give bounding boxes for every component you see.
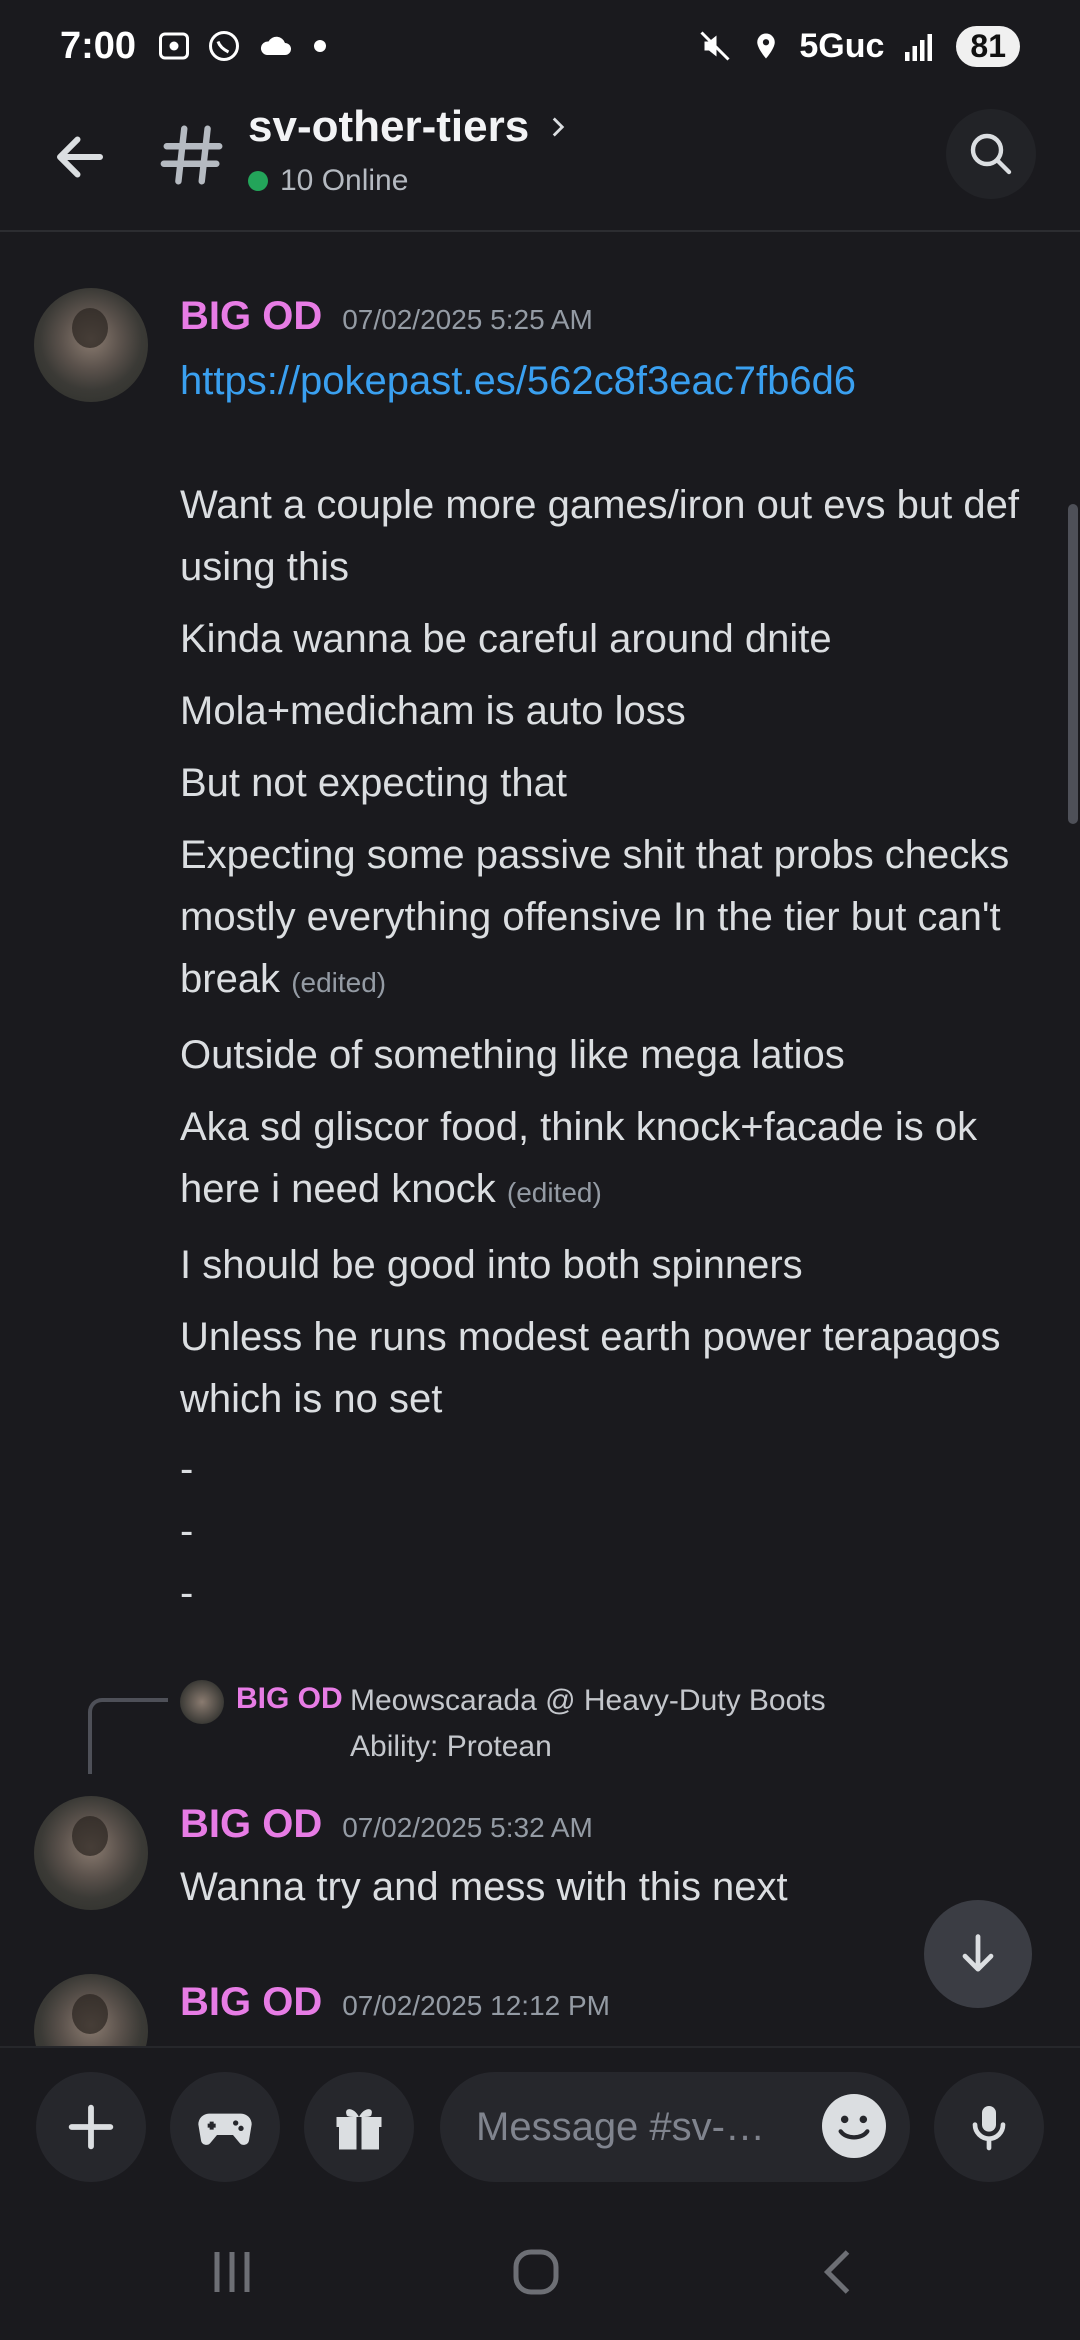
message-line: I should be good into both spinners bbox=[180, 1243, 803, 1287]
message-placeholder: Message #sv-… bbox=[476, 2104, 765, 2149]
message-list[interactable]: BIG OD 07/02/2025 5:25 AM https://pokepa… bbox=[0, 234, 1080, 2046]
online-status-dot bbox=[248, 171, 268, 191]
message-line: But not expecting that bbox=[180, 761, 567, 805]
online-count: 10 Online bbox=[248, 164, 408, 198]
avatar[interactable] bbox=[34, 1796, 148, 1910]
reply-connector bbox=[88, 1698, 168, 1774]
message-timestamp: 07/02/2025 12:12 PM bbox=[342, 1990, 610, 2021]
avatar[interactable] bbox=[34, 288, 148, 402]
chevron-right-icon bbox=[552, 117, 565, 137]
reply-preview[interactable]: Meowscarada @ Heavy-Duty Boots Ability: … bbox=[350, 1678, 826, 1770]
attach-button[interactable] bbox=[36, 2072, 146, 2182]
whatsapp-icon bbox=[209, 31, 240, 61]
reply-avatar bbox=[180, 1680, 224, 1724]
network-label: 5Guc bbox=[799, 26, 885, 65]
author-name[interactable]: BIG OD bbox=[180, 1802, 322, 1847]
arrow-down-icon bbox=[962, 1934, 994, 1972]
edited-label: (edited) bbox=[291, 967, 387, 998]
message-line: Expecting some passive shit that probs c… bbox=[180, 833, 1010, 1001]
author-name[interactable]: BIG OD bbox=[180, 294, 322, 339]
mute-icon bbox=[700, 31, 730, 61]
message-line: - bbox=[180, 1571, 194, 1615]
message-timestamp: 07/02/2025 5:32 AM bbox=[342, 1812, 593, 1843]
battery-indicator: 81 bbox=[956, 25, 1020, 67]
gamepad-icon bbox=[198, 2113, 252, 2145]
status-bar: 7:00 5Guc 81 bbox=[0, 0, 1080, 92]
message-header: BIG OD 07/02/2025 5:25 AM bbox=[180, 294, 593, 339]
emoji-icon bbox=[824, 2096, 884, 2156]
screenshot-icon bbox=[159, 32, 190, 60]
cloud-icon bbox=[261, 36, 292, 55]
message-line: Want a couple more games/iron out evs bu… bbox=[180, 483, 1019, 589]
plus-icon bbox=[68, 2104, 114, 2150]
reply-line: Meowscarada @ Heavy-Duty Boots bbox=[350, 1684, 826, 1717]
signal-icon bbox=[905, 34, 933, 61]
channel-title[interactable]: sv-other-tiers bbox=[248, 102, 571, 152]
recent-apps-icon[interactable] bbox=[202, 2242, 262, 2302]
author-name[interactable]: BIG OD bbox=[180, 1980, 322, 2025]
microphone-icon bbox=[972, 2106, 1006, 2151]
scrollbar-thumb[interactable] bbox=[1068, 504, 1078, 824]
message-input[interactable]: Message #sv-… bbox=[440, 2072, 910, 2182]
search-button[interactable] bbox=[946, 109, 1036, 199]
message-composer: Message #sv-… bbox=[0, 2046, 1080, 2206]
channel-header: sv-other-tiers 10 Online bbox=[0, 92, 1080, 232]
edited-label: (edited) bbox=[506, 1177, 602, 1208]
message-line: Unless he runs modest earth power terapa… bbox=[180, 1315, 1001, 1421]
activities-button[interactable] bbox=[170, 2072, 280, 2182]
dot-icon bbox=[314, 40, 327, 52]
hash-icon bbox=[160, 125, 223, 185]
gift-icon bbox=[336, 2109, 382, 2150]
message-body: Wanna try and mess with this next bbox=[180, 1856, 1060, 1918]
reply-line: Ability: Protean bbox=[350, 1730, 552, 1763]
jump-to-present-button[interactable] bbox=[924, 1900, 1032, 2008]
message-line: Mola+medicham is auto loss bbox=[180, 689, 686, 733]
location-icon bbox=[757, 33, 776, 59]
emoji-button[interactable] bbox=[822, 2094, 886, 2158]
message-timestamp: 07/02/2025 5:25 AM bbox=[342, 304, 593, 335]
gift-button[interactable] bbox=[304, 2072, 414, 2182]
message-line: - bbox=[180, 1447, 194, 1491]
voice-message-button[interactable] bbox=[934, 2072, 1044, 2182]
message-link[interactable]: https://pokepast.es/562c8f3eac7fb6d6 bbox=[180, 359, 856, 403]
message-line: Outside of something like mega latios bbox=[180, 1033, 845, 1077]
online-label: 10 Online bbox=[280, 164, 409, 197]
message-header: BIG OD 07/02/2025 5:32 AM bbox=[180, 1802, 593, 1847]
message-line: Kinda wanna be careful around dnite bbox=[180, 617, 832, 661]
message-line: Aka sd gliscor food, think knock+facade … bbox=[180, 1105, 978, 1211]
notification-icons bbox=[156, 28, 330, 64]
system-nav-bar bbox=[0, 2206, 1080, 2340]
nav-back-icon[interactable] bbox=[810, 2242, 870, 2302]
message-header: BIG OD 07/02/2025 12:12 PM bbox=[180, 1980, 610, 2025]
message-line: Wanna try and mess with this next bbox=[180, 1865, 788, 1909]
channel-name: sv-other-tiers bbox=[248, 102, 530, 151]
home-icon[interactable] bbox=[506, 2242, 566, 2302]
message-body: https://pokepast.es/562c8f3eac7fb6d6 Wan… bbox=[180, 350, 1060, 1624]
avatar[interactable] bbox=[34, 1974, 148, 2046]
message-line: - bbox=[180, 1509, 194, 1553]
search-icon bbox=[970, 133, 1012, 175]
clock: 7:00 bbox=[60, 24, 137, 67]
reply-author[interactable]: BIG OD bbox=[236, 1682, 343, 1716]
back-arrow-icon[interactable] bbox=[50, 127, 110, 187]
system-icons: 5Guc 81 bbox=[697, 25, 1020, 67]
